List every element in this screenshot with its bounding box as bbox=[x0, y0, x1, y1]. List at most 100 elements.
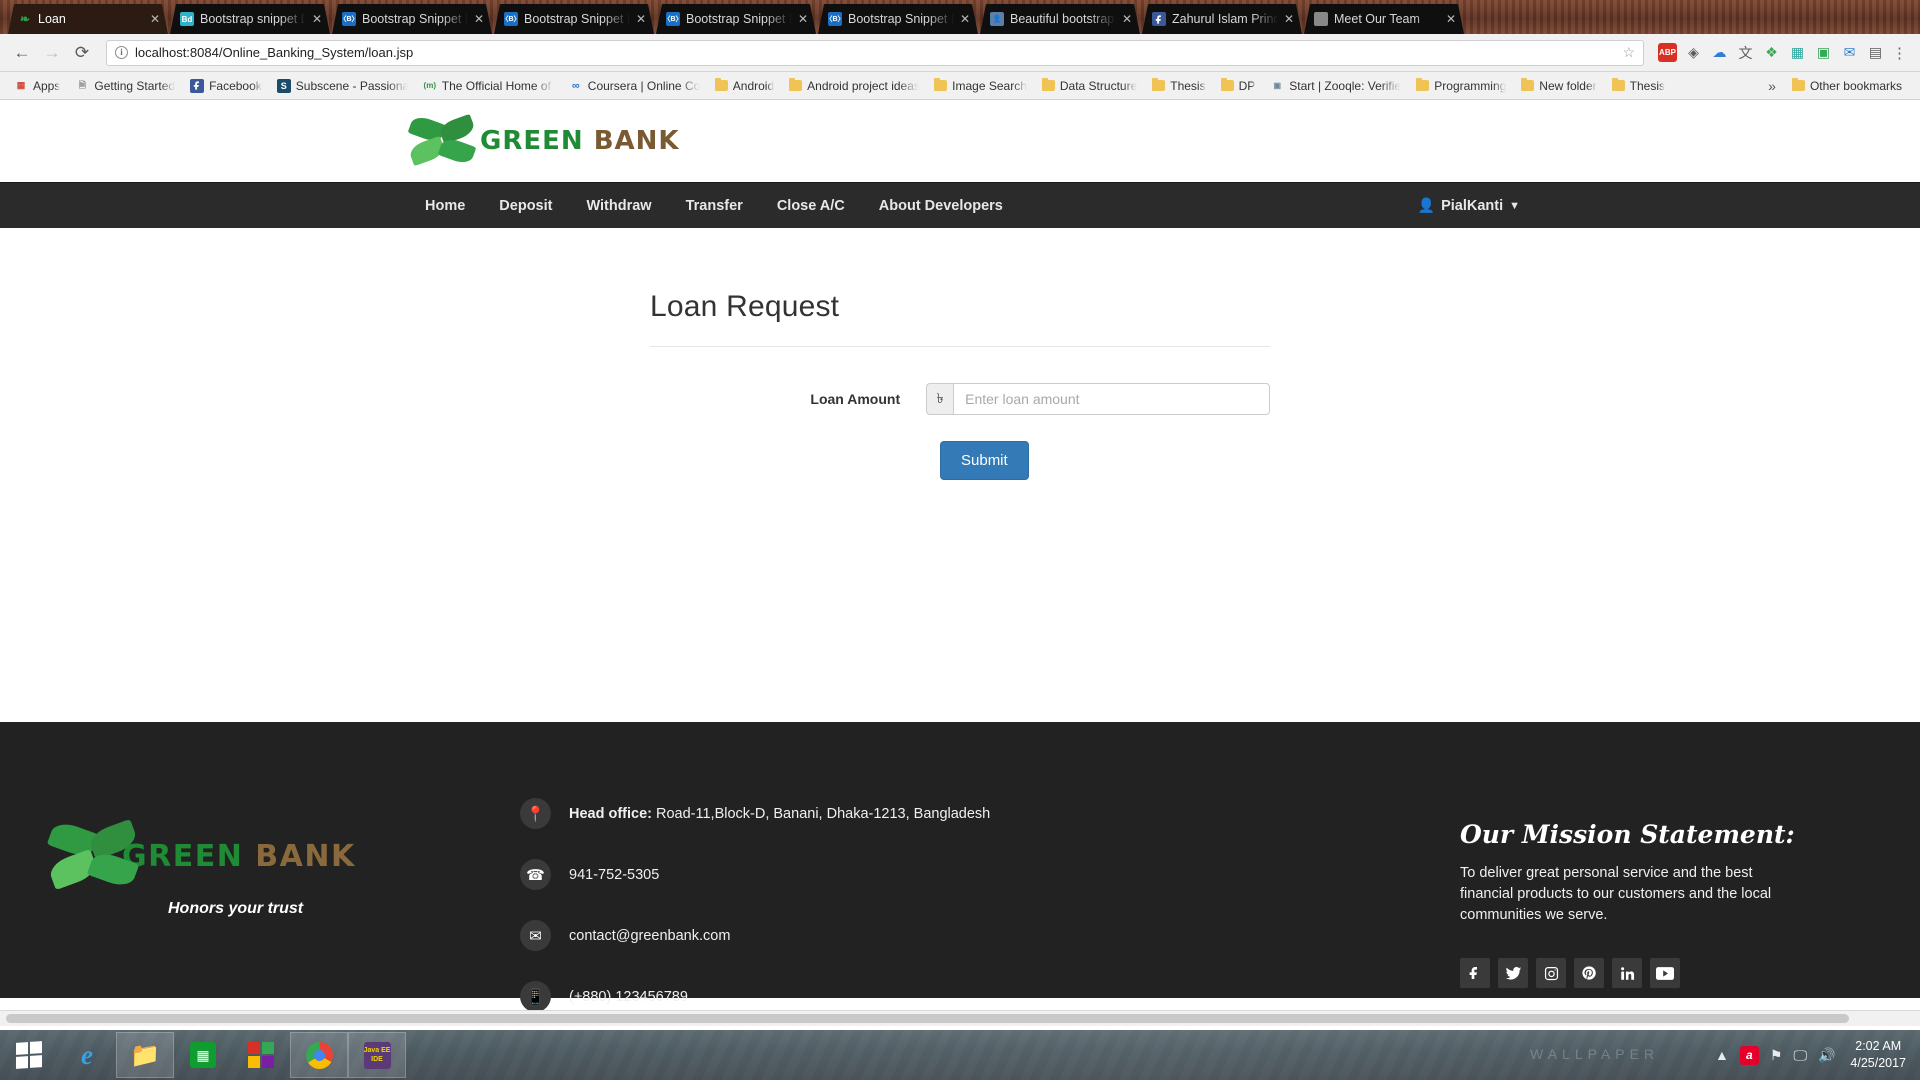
bookmark-item[interactable]: (m) The Official Home of \ bbox=[417, 76, 560, 96]
bookmark-item[interactable]: ▣ Start | Zooqle: Verified bbox=[1264, 76, 1407, 96]
bookmark-item[interactable]: ▦ Apps bbox=[8, 76, 66, 96]
tab-close-icon[interactable]: ✕ bbox=[1122, 12, 1134, 26]
tab-close-icon[interactable]: ✕ bbox=[636, 12, 648, 26]
scrollbar-thumb[interactable] bbox=[6, 1014, 1850, 1023]
pinterest-icon[interactable] bbox=[1574, 958, 1604, 989]
bookmark-label: The Official Home of \ bbox=[441, 78, 554, 93]
translate-icon[interactable]: 文 bbox=[1736, 43, 1755, 62]
twitter-icon[interactable] bbox=[1498, 958, 1528, 989]
save-icon[interactable]: ▤ bbox=[1866, 43, 1885, 62]
back-button[interactable]: ← bbox=[8, 39, 36, 67]
network-error-icon[interactable]: ⚑ bbox=[1770, 1047, 1783, 1064]
camera-icon[interactable]: ▣ bbox=[1814, 43, 1833, 62]
bookmark-item[interactable]: 🗎 Getting Started bbox=[69, 76, 181, 96]
system-tray: ▲ a ⚑ 🖵 🔊 2:02 AM 4/25/2017 bbox=[1715, 1038, 1920, 1072]
folder-icon bbox=[1791, 78, 1805, 91]
browser-tab[interactable]: 〈B〉 Bootstrap Snippet Devel ✕ bbox=[494, 4, 654, 34]
user-menu[interactable]: 👤 PialKanti ▼ bbox=[1418, 197, 1520, 214]
address-bar[interactable]: i localhost:8084/Online_Banking_System/l… bbox=[106, 39, 1644, 66]
horizontal-scrollbar[interactable] bbox=[0, 1010, 1920, 1026]
avira-icon[interactable]: a bbox=[1739, 1045, 1759, 1065]
facebook-icon[interactable] bbox=[1460, 958, 1490, 989]
tab-close-icon[interactable]: ✕ bbox=[1284, 12, 1296, 26]
bookmark-item[interactable]: Thesis bbox=[1146, 76, 1211, 96]
taskbar-clock[interactable]: 2:02 AM 4/25/2017 bbox=[1846, 1038, 1906, 1072]
tab-close-icon[interactable]: ✕ bbox=[150, 12, 162, 26]
grid-icon[interactable]: ▦ bbox=[1788, 43, 1807, 62]
shield-icon[interactable]: ◈ bbox=[1684, 43, 1703, 62]
show-hidden-icons-arrow[interactable]: ▲ bbox=[1715, 1047, 1729, 1063]
internet-explorer-icon[interactable]: e bbox=[58, 1032, 116, 1078]
nav-item-transfer[interactable]: Transfer bbox=[669, 198, 760, 214]
bookmark-item[interactable]: DP bbox=[1215, 76, 1262, 96]
contact-text: contact@greenbank.com bbox=[569, 928, 730, 944]
nav-item-close-a-c[interactable]: Close A/C bbox=[760, 198, 862, 214]
abp-icon[interactable]: ABP bbox=[1658, 43, 1677, 62]
footer-mission-column: Our Mission Statement: To deliver great … bbox=[1460, 772, 1880, 998]
bookmark-item[interactable]: Programming bbox=[1410, 76, 1512, 96]
display-icon[interactable]: 🖵 bbox=[1793, 1047, 1807, 1064]
mail-icon[interactable]: ✉ bbox=[1840, 43, 1859, 62]
form-container: Loan Request Loan Amount ৳ Submit bbox=[650, 290, 1270, 480]
header-logo[interactable]: GREEN BANK bbox=[407, 113, 680, 167]
bookmark-label: New folder bbox=[1539, 78, 1597, 93]
bookmark-item[interactable]: ∞ Coursera | Online Cou bbox=[563, 76, 706, 96]
instagram-icon[interactable] bbox=[1536, 958, 1566, 989]
bookmarks-overflow-icon[interactable]: » bbox=[1768, 78, 1776, 94]
contact-value: contact@greenbank.com bbox=[569, 927, 731, 944]
volume-icon[interactable]: 🔊 bbox=[1818, 1047, 1835, 1064]
tab-close-icon[interactable]: ✕ bbox=[960, 12, 972, 26]
browser-tab[interactable]: 〈B〉 Bootstrap Snippet Deve ✕ bbox=[818, 4, 978, 34]
tab-close-icon[interactable]: ✕ bbox=[312, 12, 324, 26]
bootstrap-icon: 〈B〉 bbox=[342, 12, 356, 26]
site-info-icon[interactable]: i bbox=[115, 46, 128, 59]
footer-logo: GREEN BANK bbox=[46, 818, 460, 892]
reload-button[interactable]: ⟳ bbox=[68, 39, 96, 67]
browser-tab[interactable]: 〈B〉 Bootstrap Snippet Devel ✕ bbox=[656, 4, 816, 34]
nav-item-home[interactable]: Home bbox=[408, 198, 482, 214]
file-explorer-icon[interactable]: 📁 bbox=[116, 1032, 174, 1078]
pocket-icon[interactable]: ❖ bbox=[1762, 43, 1781, 62]
tab-close-icon[interactable]: ✕ bbox=[798, 12, 810, 26]
nav-item-about-developers[interactable]: About Developers bbox=[862, 198, 1020, 214]
bookmark-star-icon[interactable]: ☆ bbox=[1622, 44, 1635, 61]
tab-title: Meet Our Team bbox=[1334, 12, 1420, 26]
youtube-icon[interactable] bbox=[1650, 958, 1680, 989]
google-chrome-icon[interactable] bbox=[290, 1032, 348, 1078]
microsoft-office-icon[interactable] bbox=[232, 1032, 290, 1078]
linkedin-icon[interactable] bbox=[1612, 958, 1642, 989]
mobile-icon: 📱 bbox=[520, 981, 551, 1012]
bookmark-item[interactable]: S Subscene - Passionate bbox=[271, 76, 414, 96]
chrome-menu-icon[interactable]: ⋮ bbox=[1887, 44, 1912, 62]
cloud-icon[interactable]: ☁ bbox=[1710, 43, 1729, 62]
bookmark-label: Facebook bbox=[209, 78, 262, 93]
folder-icon bbox=[1521, 78, 1535, 91]
loan-amount-input[interactable] bbox=[953, 383, 1270, 415]
bookmark-item[interactable]: Facebook bbox=[184, 76, 268, 96]
other-bookmarks-item[interactable]: Other bookmarks bbox=[1786, 76, 1912, 96]
tab-close-icon[interactable]: ✕ bbox=[1446, 12, 1458, 26]
bookmark-item[interactable]: New folder bbox=[1515, 76, 1602, 96]
browser-tab[interactable]: ❧ Loan ✕ bbox=[8, 4, 168, 34]
forward-button[interactable]: → bbox=[38, 39, 66, 67]
browser-tab[interactable]: 〈B〉 Bootstrap Snippet RESPO ✕ bbox=[332, 4, 492, 34]
windows-start-icon[interactable] bbox=[0, 1030, 58, 1080]
bookmark-item[interactable]: Android project ideas bbox=[783, 76, 925, 96]
contact-row: ✉ contact@greenbank.com bbox=[520, 920, 1460, 951]
nav-item-withdraw[interactable]: Withdraw bbox=[569, 198, 668, 214]
browser-tab[interactable]: Bd Bootstrap snippet Dashb ✕ bbox=[170, 4, 330, 34]
user-name: PialKanti bbox=[1441, 197, 1504, 214]
browser-tab[interactable]: Zahurul Islam Prince ✕ bbox=[1142, 4, 1302, 34]
clock-date: 4/25/2017 bbox=[1850, 1056, 1906, 1070]
bookmark-item[interactable]: Data Structure bbox=[1036, 76, 1143, 96]
windows-store-icon[interactable]: ▦ bbox=[174, 1032, 232, 1078]
submit-button[interactable]: Submit bbox=[940, 441, 1029, 480]
nav-item-deposit[interactable]: Deposit bbox=[482, 198, 569, 214]
bookmark-item[interactable]: Image Search bbox=[928, 76, 1033, 96]
bookmark-item[interactable]: Thesis bbox=[1606, 76, 1671, 96]
browser-tab[interactable]: 👤 Beautiful bootstrap resp ✕ bbox=[980, 4, 1140, 34]
tab-close-icon[interactable]: ✕ bbox=[474, 12, 486, 26]
java-ee-ide-icon[interactable]: Java EE IDE bbox=[348, 1032, 406, 1078]
browser-tab[interactable]: Meet Our Team ✕ bbox=[1304, 4, 1464, 34]
bookmark-item[interactable]: Android bbox=[709, 76, 780, 96]
